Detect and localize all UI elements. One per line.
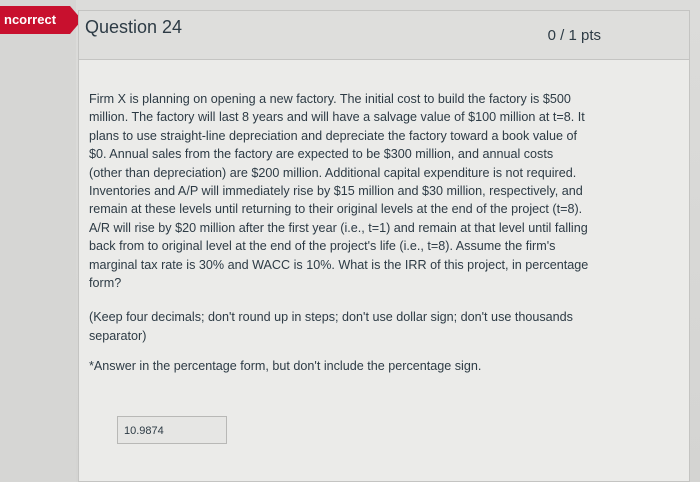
instructions-note: (Keep four decimals; don't round up in s…: [89, 310, 573, 343]
question-card: Question 24 0 / 1 pts Firm X is planning…: [78, 10, 690, 482]
quiz-page: ncorrect Question 24 0 / 1 pts Firm X is…: [0, 0, 700, 482]
incorrect-banner: ncorrect: [0, 6, 82, 34]
question-points: 0 / 1 pts: [547, 27, 601, 44]
question-body: Firm X is planning on opening a new fact…: [79, 60, 689, 376]
answer-field[interactable]: 10.9874: [117, 416, 227, 444]
question-title: Question 24: [85, 17, 183, 37]
question-header: Question 24 0 / 1 pts: [79, 11, 689, 60]
question-text: Firm X is planning on opening a new fact…: [89, 92, 589, 291]
left-gutter: [0, 0, 76, 482]
answer-format-note: *Answer in the percentage form, but don'…: [89, 359, 482, 374]
